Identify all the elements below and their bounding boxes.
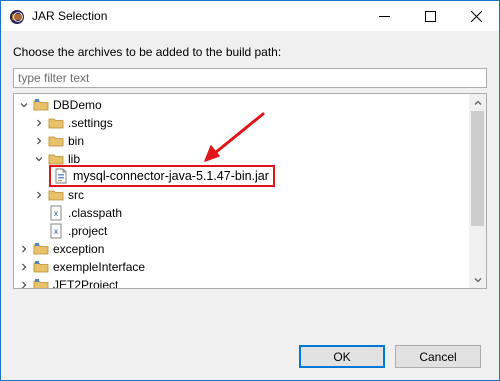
project-folder-icon [33, 97, 49, 113]
scroll-down-button[interactable] [469, 271, 486, 288]
chevron-right-icon[interactable] [18, 279, 30, 288]
tree-item-label: exempleInterface [53, 260, 146, 274]
vertical-scrollbar[interactable] [469, 94, 486, 288]
tree-item-label: DBDemo [53, 98, 102, 112]
tree-item-src[interactable]: src [33, 186, 84, 204]
arrow-up-icon [474, 100, 481, 105]
tree-item-dbdemo[interactable]: DBDemo [18, 96, 102, 114]
scroll-thumb[interactable] [471, 111, 484, 226]
tree-item-label: mysql-connector-java-5.1.47-bin.jar [73, 169, 269, 183]
chevron-right-icon[interactable] [33, 117, 45, 129]
folder-icon [48, 115, 64, 131]
tree-item-exception[interactable]: exception [18, 240, 104, 258]
chevron-down-icon[interactable] [18, 99, 30, 111]
maximize-button[interactable] [407, 1, 453, 31]
jar-file-icon [53, 168, 69, 184]
title-bar: JAR Selection [1, 1, 499, 31]
archive-tree[interactable]: DBDemo .settings bin lib mysql-connector… [13, 93, 487, 289]
tree-item-label: .settings [68, 116, 113, 130]
tree-item-label: .project [68, 224, 108, 238]
tree-item-label: lib [68, 152, 81, 166]
filter-input[interactable] [13, 68, 487, 88]
minimize-button[interactable] [361, 1, 407, 31]
project-folder-icon [33, 259, 49, 275]
tree-item-label: bin [68, 134, 85, 148]
project-folder-icon [33, 241, 49, 257]
tree-item-label: src [68, 188, 84, 202]
arrow-down-icon [474, 277, 481, 282]
tree-item-jet2project[interactable]: JET2Project [18, 276, 119, 289]
project-folder-icon [33, 277, 49, 288]
xml-file-icon: x [48, 205, 64, 221]
chevron-right-icon[interactable] [33, 135, 45, 147]
chevron-right-icon[interactable] [18, 243, 30, 255]
tree-item-label: JET2Project [53, 278, 119, 289]
xml-file-icon: x [48, 223, 64, 239]
tree-item-bin[interactable]: bin [33, 132, 84, 150]
close-icon [470, 10, 482, 22]
cancel-button[interactable]: Cancel [395, 345, 481, 368]
folder-icon [48, 187, 64, 203]
tree-item-exempleinterface[interactable]: exempleInterface [18, 258, 145, 276]
chevron-right-icon[interactable] [18, 261, 30, 273]
jar-selection-dialog: JAR Selection Choose the archives to be … [0, 0, 500, 381]
tree-item-mysql-connector-jar[interactable]: mysql-connector-java-5.1.47-bin.jar [49, 165, 275, 187]
folder-icon [48, 133, 64, 149]
highlight-box: mysql-connector-java-5.1.47-bin.jar [49, 165, 275, 187]
tree-item-label: .classpath [68, 206, 123, 220]
chevron-down-icon[interactable] [33, 153, 45, 165]
maximize-icon [424, 10, 436, 22]
close-button[interactable] [453, 1, 499, 31]
tree-item-label: exception [53, 242, 105, 256]
eclipse-app-icon [9, 9, 25, 25]
tree-item-project[interactable]: x .project [48, 222, 107, 240]
ok-button[interactable]: OK [299, 345, 385, 368]
svg-text:x: x [54, 209, 58, 218]
tree-item-classpath[interactable]: x .classpath [48, 204, 122, 222]
chevron-right-icon[interactable] [33, 189, 45, 201]
minimize-icon [378, 15, 390, 17]
window-title: JAR Selection [32, 9, 108, 23]
dialog-prompt: Choose the archives to be added to the b… [13, 45, 282, 59]
svg-text:x: x [54, 227, 58, 236]
scroll-up-button[interactable] [469, 94, 486, 111]
tree-item-settings[interactable]: .settings [33, 114, 113, 132]
